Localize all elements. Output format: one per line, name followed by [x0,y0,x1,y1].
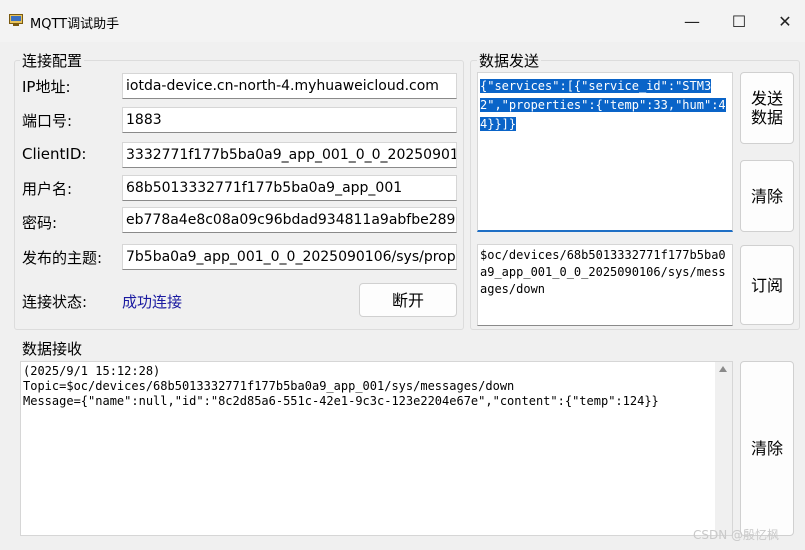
clientid-label: ClientID: [22,145,87,163]
watermark: CSDN @殷忆枫 [693,528,780,542]
close-button[interactable]: ✕ [765,8,805,36]
subscribe-button[interactable]: 订阅 [740,245,794,325]
connection-status-value: 成功连接 [122,293,183,311]
ip-input[interactable]: iotda-device.cn-north-4.myhuaweicloud.co… [122,73,457,99]
clear-receive-button[interactable]: 清除 [740,361,794,536]
publish-topic-label: 发布的主题: [22,249,103,267]
receive-group-title: 数据接收 [20,338,85,359]
receive-log-area[interactable]: (2025/9/1 15:12:28) Topic=$oc/devices/68… [20,361,733,536]
clientid-input[interactable]: 3332771f177b5ba0a9_app_001_0_0_202509010… [122,142,457,168]
send-payload-text: {"services":[{"service_id":"STM32","prop… [480,79,726,131]
minimize-button[interactable]: — [672,8,712,36]
connection-group-title: 连接配置 [20,50,85,71]
window-title: MQTT调试助手 [30,17,120,32]
scroll-up-arrow-icon[interactable] [719,366,727,372]
app-icon [9,14,23,26]
send-payload-input[interactable]: {"services":[{"service_id":"STM32","prop… [477,72,733,232]
publish-topic-input[interactable]: 7b5ba0a9_app_001_0_0_2025090106/sys/prop… [122,244,457,270]
username-input[interactable]: 68b5013332771f177b5ba0a9_app_001 [122,175,457,201]
port-label: 端口号: [22,112,73,130]
subscribe-topic-input[interactable]: $oc/devices/68b5013332771f177b5ba0a9_app… [477,244,733,326]
maximize-button[interactable]: ☐ [719,8,759,36]
receive-log-text: (2025/9/1 15:12:28) Topic=$oc/devices/68… [23,364,659,408]
ip-label: IP地址: [22,78,71,96]
title-bar: MQTT调试助手 — ☐ ✕ [0,0,805,42]
receive-scrollbar[interactable] [715,362,732,535]
clear-send-button[interactable]: 清除 [740,160,794,232]
connection-status-label: 连接状态: [22,293,88,311]
username-label: 用户名: [22,180,73,198]
disconnect-button[interactable]: 断开 [359,283,457,317]
send-data-button[interactable]: 发送 数据 [740,72,794,144]
port-input[interactable]: 1883 [122,107,457,133]
password-input[interactable]: eb778a4e8c08a09c96bdad934811a9abfbe2897b… [122,207,457,233]
send-group-title: 数据发送 [477,50,542,71]
password-label: 密码: [22,214,58,232]
